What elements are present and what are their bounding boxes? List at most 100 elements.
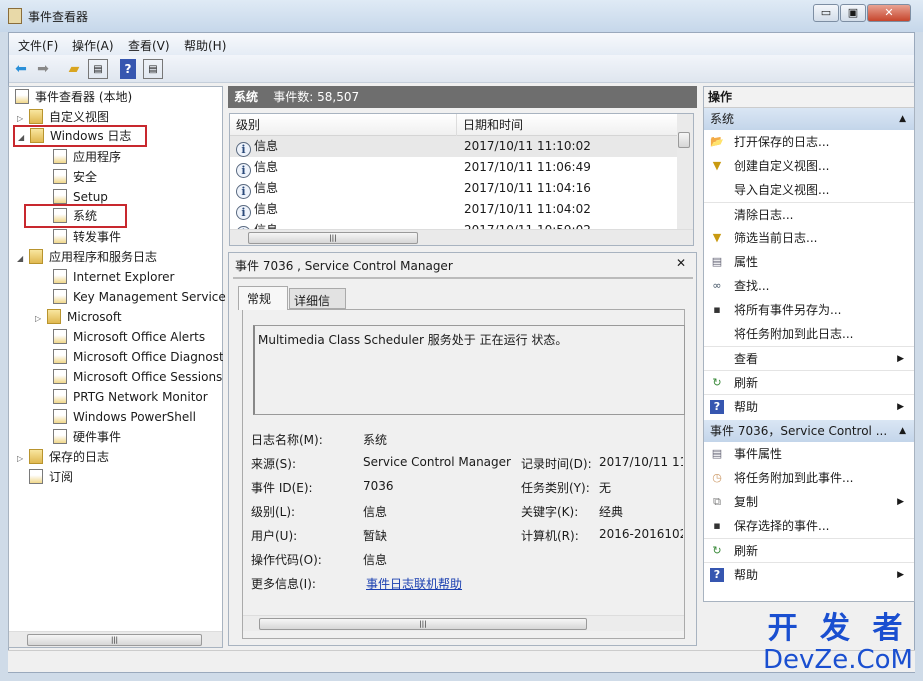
- tree-item-hardware-events[interactable]: 硬件事件: [53, 427, 121, 447]
- forward-arrow-icon[interactable]: ➡: [33, 59, 53, 79]
- scrollbar-thumb[interactable]: [678, 132, 690, 148]
- logged-label: 记录时间(D):: [521, 457, 592, 471]
- action-label: 筛选当前日志...: [734, 231, 818, 245]
- event-row[interactable]: i 信息 2017/10/11 11:04:16: [230, 178, 693, 199]
- event-level: 信息: [254, 202, 279, 216]
- level-value: 信息: [363, 505, 388, 519]
- actions-pane: 操作 系统 ▲ 📂 打开保存的日志... ▼ 创建自定义视图... 导入自定义视图... 清…: [703, 86, 915, 602]
- collapse-arrow-icon[interactable]: ◢: [18, 129, 30, 147]
- tree-item-application[interactable]: 应用程序: [53, 147, 121, 167]
- log-name-label: 日志名称(M):: [251, 433, 323, 447]
- maximize-button[interactable]: ▣: [840, 4, 866, 22]
- event-log-online-help-link[interactable]: 事件日志联机帮助: [366, 575, 462, 592]
- show-hide-action-icon[interactable]: ▤: [143, 59, 163, 79]
- tree-label: Windows 日志: [50, 129, 132, 143]
- devze-watermark-logo: 开 发 者 DevZe.CoM: [763, 612, 913, 675]
- action-item[interactable]: 导入自定义视图...: [704, 178, 914, 202]
- action-item[interactable]: ▪ 将所有事件另存为...: [704, 298, 914, 322]
- back-arrow-icon[interactable]: ⬅: [11, 59, 31, 79]
- submenu-arrow-icon: ▶: [897, 497, 904, 507]
- collapse-arrow-icon[interactable]: ◢: [17, 249, 29, 269]
- action-item[interactable]: ∞ 查找...: [704, 274, 914, 298]
- watermark-line2: DevZe.CoM: [763, 645, 913, 675]
- event-list-vertical-scrollbar[interactable]: [677, 114, 693, 231]
- action-label: 导入自定义视图...: [734, 183, 830, 197]
- window-title: 事件查看器: [28, 10, 89, 24]
- column-datetime[interactable]: 日期和时间: [456, 114, 523, 136]
- action-label: 将任务附加到此日志...: [734, 327, 854, 341]
- close-detail-icon[interactable]: ✕: [676, 256, 686, 270]
- scrollbar-thumb[interactable]: |||: [259, 618, 587, 630]
- action-item[interactable]: 📂 打开保存的日志...: [704, 130, 914, 154]
- event-viewer-icon: [15, 89, 29, 104]
- tab-general[interactable]: 常规: [238, 286, 288, 310]
- tree-item-powershell[interactable]: Windows PowerShell: [53, 407, 196, 427]
- column-level[interactable]: 级别: [236, 114, 260, 136]
- tree-item-root[interactable]: 事件查看器 (本地): [15, 87, 132, 107]
- action-item[interactable]: ⧉ 复制 ▶: [704, 490, 914, 514]
- tree-item-security[interactable]: 安全: [53, 167, 97, 187]
- event-row[interactable]: i 信息 2017/10/11 11:06:49: [230, 157, 693, 178]
- close-button[interactable]: ✕: [867, 4, 911, 22]
- tree-item-internet-explorer[interactable]: Internet Explorer: [53, 267, 174, 287]
- event-message[interactable]: Multimedia Class Scheduler 服务处于 正在运行 状态。: [253, 325, 685, 415]
- collapse-up-icon[interactable]: ▲: [899, 420, 906, 442]
- tree-item-custom-views[interactable]: ▷ 自定义视图: [17, 107, 109, 127]
- tree-item-app-service-logs[interactable]: ◢ 应用程序和服务日志: [17, 247, 157, 267]
- event-row[interactable]: i 信息 2017/10/11 11:10:02: [230, 136, 693, 157]
- tree-item-system[interactable]: 系统: [24, 204, 127, 228]
- action-item[interactable]: ? 帮助 ▶: [704, 394, 914, 418]
- menu-file[interactable]: 文件(F): [18, 37, 58, 54]
- save-icon: ▪: [713, 303, 721, 316]
- scrollbar-thumb[interactable]: |||: [248, 232, 418, 244]
- action-item[interactable]: 清除日志...: [704, 202, 914, 226]
- action-item[interactable]: 将任务附加到此日志...: [704, 322, 914, 346]
- scrollbar-thumb[interactable]: |||: [27, 634, 202, 646]
- event-list-horizontal-scrollbar[interactable]: |||: [230, 229, 693, 245]
- tree-label: 事件查看器 (本地): [35, 90, 133, 104]
- tab-details[interactable]: 详细信息: [289, 288, 346, 325]
- tree-item-saved-logs[interactable]: ▷ 保存的日志: [17, 447, 109, 467]
- tree-item-key-management[interactable]: Key Management Service: [53, 287, 226, 307]
- action-item[interactable]: ↻ 刷新: [704, 538, 914, 562]
- menu-action[interactable]: 操作(A): [72, 37, 114, 54]
- menu-view[interactable]: 查看(V): [128, 37, 170, 54]
- menu-help[interactable]: 帮助(H): [184, 37, 226, 54]
- action-item[interactable]: ▤ 事件属性: [704, 442, 914, 466]
- help-icon[interactable]: ?: [120, 59, 136, 79]
- action-item[interactable]: 查看 ▶: [704, 346, 914, 370]
- tree-horizontal-scrollbar[interactable]: |||: [9, 631, 222, 647]
- tree-item-office-diagnostics[interactable]: Microsoft Office Diagnost: [53, 347, 223, 367]
- collapse-up-icon[interactable]: ▲: [899, 108, 906, 130]
- actions-section-event[interactable]: 事件 7036，Service Control ... ▲: [704, 420, 914, 442]
- show-hide-tree-icon[interactable]: ▤: [88, 59, 108, 79]
- action-item[interactable]: ▼ 筛选当前日志...: [704, 226, 914, 250]
- tree-label: Internet Explorer: [73, 270, 175, 284]
- tree-item-forwarded-events[interactable]: 转发事件: [53, 227, 121, 247]
- up-folder-icon[interactable]: ▰: [64, 59, 84, 79]
- action-item[interactable]: ▪ 保存选择的事件...: [704, 514, 914, 538]
- actions-section-system[interactable]: 系统 ▲: [704, 108, 914, 130]
- log-icon: [53, 269, 67, 284]
- expand-arrow-icon[interactable]: ▷: [17, 449, 29, 469]
- tree-item-subscriptions[interactable]: 订阅: [29, 467, 73, 487]
- expand-arrow-icon[interactable]: ▷: [35, 309, 47, 329]
- tree-item-microsoft[interactable]: ▷ Microsoft: [35, 307, 122, 327]
- tree-item-office-alerts[interactable]: Microsoft Office Alerts: [53, 327, 205, 347]
- action-item[interactable]: ? 帮助 ▶: [704, 562, 914, 586]
- action-item[interactable]: ◷ 将任务附加到此事件...: [704, 466, 914, 490]
- event-row[interactable]: i 信息 2017/10/11 11:04:02: [230, 199, 693, 220]
- folder-icon: [29, 109, 43, 124]
- tree-item-windows-logs[interactable]: ◢ Windows 日志: [13, 125, 147, 147]
- action-item[interactable]: ↻ 刷新: [704, 370, 914, 394]
- tree-label: 应用程序: [73, 150, 122, 164]
- subscription-icon: [29, 469, 43, 484]
- tree-item-prtg[interactable]: PRTG Network Monitor: [53, 387, 208, 407]
- action-item[interactable]: ▼ 创建自定义视图...: [704, 154, 914, 178]
- detail-horizontal-scrollbar[interactable]: |||: [243, 615, 684, 631]
- minimize-button[interactable]: ▭: [813, 4, 839, 22]
- event-level: 信息: [254, 160, 279, 174]
- tree-item-office-sessions[interactable]: Microsoft Office Sessions: [53, 367, 223, 387]
- opcode-label: 操作代码(O):: [251, 553, 322, 567]
- action-item[interactable]: ▤ 属性: [704, 250, 914, 274]
